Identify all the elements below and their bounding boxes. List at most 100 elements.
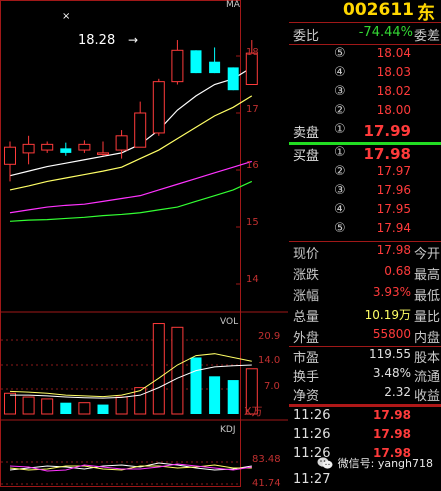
fundamentals-row: 市盈 119.55 股本 [289,347,441,366]
weibi-label: 委比 [293,29,320,44]
volume-bar-down [190,357,202,414]
weicha-label: 委差 [414,29,441,44]
quote-label: 涨跌 [293,268,320,283]
vol-tick: 14.0 [258,355,281,366]
sell-price: 18.04 [376,46,411,60]
quote-row: 外盘 55800 内盘 [289,327,441,346]
weibi-row: 委比 -74.44% 委差 [289,25,441,44]
y-tick: 14 [246,274,259,285]
divider [289,22,441,23]
volume-bar-up [115,396,128,415]
volume-bar-up [22,396,35,415]
y-tick: 17 [246,104,259,115]
fund-value: 119.55 [369,347,411,361]
vol-tick: 20.9 [258,331,281,342]
quote-value: 17.98 [376,243,411,257]
sell-row-3[interactable]: ③ 18.02 [289,84,441,103]
buy-label: 买盘 [293,149,320,164]
kdj-tick: 83.48 [252,454,281,465]
fund-value: 3.48% [372,366,411,380]
y-tick: 18 [246,47,259,58]
sell-label: 卖盘 [293,126,320,141]
quote-label: 现价 [293,247,320,262]
buy-row-5[interactable]: ⑤ 17.94 [289,221,441,240]
buy-price: 17.94 [376,221,411,235]
peak-label: 18.28 [78,33,116,48]
tick-time: 11:26 [293,408,331,423]
volume-bar-up [171,326,184,415]
wechat-icon [317,457,333,469]
buy-price-best: 17.98 [363,145,411,163]
level-3-icon: ③ [334,84,346,99]
quote-side-label: 今开 [414,247,441,262]
ma-line-yellow [9,95,253,191]
tick-row: 11:26 17.98 [289,427,441,446]
candle-body-up [171,49,184,83]
vol-tick: 7.0 [264,381,280,392]
quote-value: 10.19万 [364,308,411,322]
sell-price: 18.03 [376,65,411,79]
tick-row: 11:26 17.98 [289,408,441,427]
watermark-text: 微信号: yangh718 [337,457,433,470]
tick-row: 11:27 [289,472,441,491]
quote-side-label: 内盘 [414,331,441,346]
sell-row-1[interactable]: 卖盘 ① 17.99 [289,122,441,141]
buy-row-3[interactable]: ③ 17.96 [289,183,441,202]
fundamentals-row: 换手 3.48% 流通 [289,366,441,385]
level-1-icon: ① [334,122,346,137]
volume-bar-down [97,404,109,414]
quote-row: 涨跌 0.68 最高 [289,264,441,283]
candle-body-down [227,67,239,91]
quote-side-label: 最高 [414,268,441,283]
ma-line-green [9,180,253,222]
watermark: 微信号: yangh718 [317,455,433,471]
volume-bar-down [60,402,72,414]
sell-row-2[interactable]: ② 18.00 [289,103,441,122]
sell-row-5[interactable]: ⑤ 18.04 [289,46,441,65]
divider [289,44,441,45]
fundamentals-row: 净资 2.32 收益 [289,385,441,404]
fund-value: 2.32 [384,385,411,399]
sell-price: 18.02 [376,84,411,98]
divider [289,241,441,242]
quote-value: 0.68 [384,264,411,278]
candle-body-down [60,148,72,153]
level-1-icon: ① [334,145,346,160]
quote-value: 55800 [372,327,411,341]
buy-price: 17.96 [376,183,411,197]
candle-body-up [4,146,16,165]
level-5-icon: ⑤ [334,221,346,236]
buy-price: 17.97 [376,164,411,178]
volume-bar-up [41,398,54,415]
quote-value: 3.93% [372,285,411,299]
peak-arrow-icon: → [128,33,139,47]
level-2-icon: ② [334,103,346,118]
level-4-icon: ④ [334,202,346,217]
candle-body-up [152,81,165,134]
candle-body-down [209,61,221,74]
quote-panel: 002611 东 委比 -74.44% 委差 ⑤ 18.04 ④ 18.03 ③… [289,0,441,487]
y-tick: 16 [246,160,259,171]
volume-bar-up [4,392,16,415]
buy-row-1[interactable]: 买盘 ① 17.98 [289,145,441,164]
fund-side-label: 流通 [414,370,441,385]
quote-side-label: 最低 [414,289,441,304]
candle-body-up [134,112,147,148]
volume-bar-down [209,376,221,414]
divider [289,404,441,407]
fund-label: 净资 [293,389,320,404]
quote-label: 总量 [293,310,320,325]
quote-label: 涨幅 [293,289,320,304]
candle-body-up [41,143,54,151]
volume-bar-up [78,402,91,415]
chart-area[interactable]: MA × 18.28 → 18 17 16 15 14 VOL 20.9 14.… [0,0,288,489]
x-marker: × [62,11,71,22]
tick-time: 11:26 [293,427,331,442]
sell-row-4[interactable]: ④ 18.03 [289,65,441,84]
vol-unit: X万 [244,405,263,418]
buy-row-4[interactable]: ④ 17.95 [289,202,441,221]
level-5-icon: ⑤ [334,46,346,61]
quote-side-label: 量比 [414,310,441,325]
quote-label: 外盘 [293,331,320,346]
buy-row-2[interactable]: ② 17.97 [289,164,441,183]
